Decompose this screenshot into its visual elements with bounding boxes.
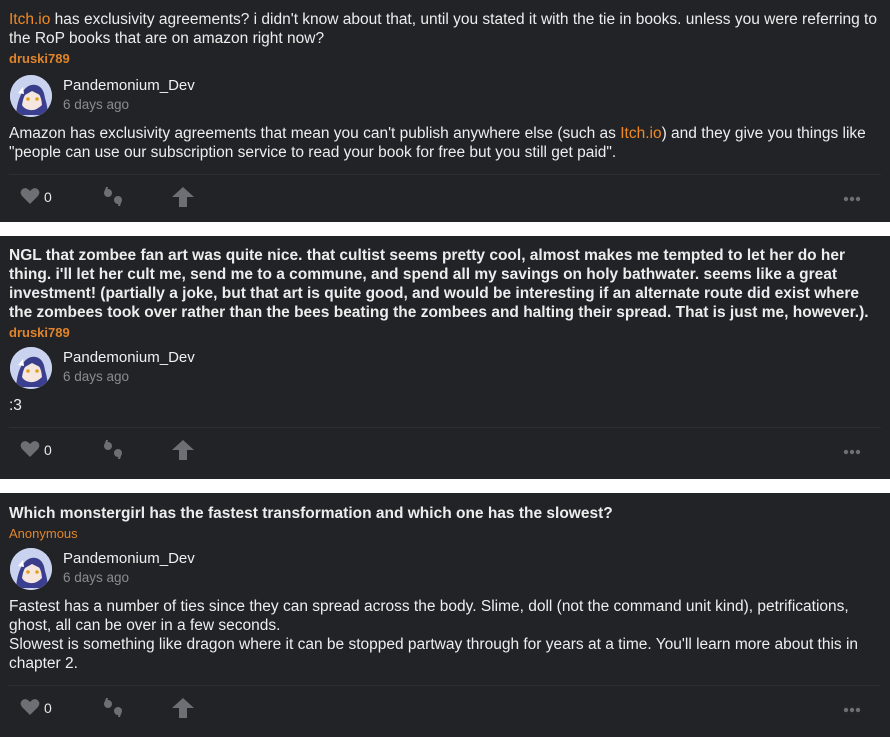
question-text: Which monstergirl has the fastest transf… [9,505,613,522]
like-count: 0 [44,700,52,716]
avatar[interactable] [10,347,52,389]
quote-icon[interactable] [102,187,124,212]
post-card-3: Which monstergirl has the fastest transf… [0,493,890,737]
more-dots-icon[interactable] [843,189,861,207]
quote-icon[interactable] [102,698,124,723]
timestamp: 6 days ago [63,97,130,112]
heart-icon[interactable] [20,440,40,463]
answer-text: Amazon has exclusivity agreements that m… [9,125,866,161]
answer-header: Pandemonium_Dev 6 days ago [9,75,881,119]
answer-header: Pandemonium_Dev 6 days ago [9,347,881,391]
timestamp: 6 days ago [63,570,130,585]
like-count: 0 [44,189,52,205]
share-arrow-icon[interactable] [172,187,194,212]
more-dots-icon[interactable] [843,442,861,460]
answer-text: :3 [9,397,22,414]
author-name[interactable]: Pandemonium_Dev [63,550,195,567]
avatar[interactable] [10,75,52,117]
action-bar: 0 [9,428,881,472]
question-text: NGL that zombee fan art was quite nice. … [9,247,869,321]
action-bar: 0 [9,686,881,730]
post-card-1: Itch.io has exclusivity agreements? i di… [0,0,890,222]
itchio-link[interactable]: Itch.io [9,11,50,28]
more-dots-icon[interactable] [843,700,861,718]
timestamp: 6 days ago [63,369,130,384]
question-text: Itch.io has exclusivity agreements? i di… [9,11,877,47]
asker-name: Anonymous [9,526,78,541]
answer-text: Fastest has a number of ties since they … [9,598,859,672]
share-arrow-icon[interactable] [172,698,194,723]
post-card-2: NGL that zombee fan art was quite nice. … [0,236,890,479]
answer-header: Pandemonium_Dev 6 days ago [9,548,881,592]
quote-icon[interactable] [102,440,124,465]
author-name[interactable]: Pandemonium_Dev [63,77,195,94]
asker-name[interactable]: druski789 [9,51,881,67]
asker-name[interactable]: druski789 [9,325,881,341]
like-count: 0 [44,442,52,458]
itchio-link[interactable]: Itch.io [620,125,661,142]
avatar[interactable] [10,548,52,590]
author-name[interactable]: Pandemonium_Dev [63,349,195,366]
share-arrow-icon[interactable] [172,440,194,465]
action-bar: 0 [9,175,881,219]
heart-icon[interactable] [20,698,40,721]
heart-icon[interactable] [20,187,40,210]
